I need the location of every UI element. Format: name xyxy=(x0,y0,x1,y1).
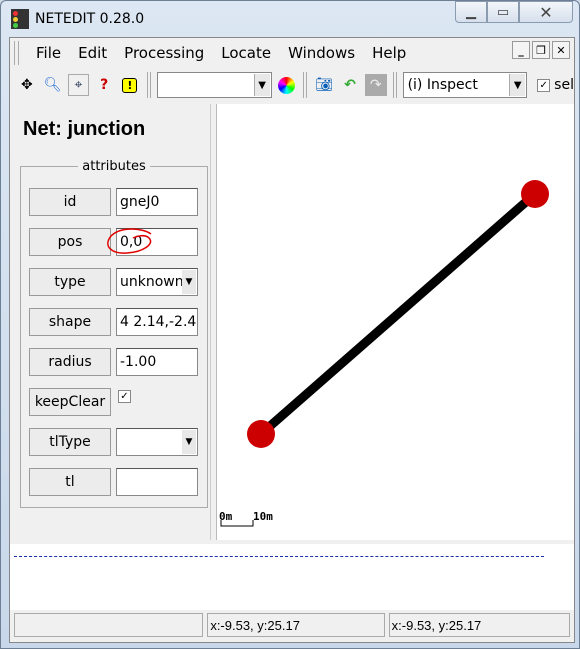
maximize-button[interactable]: ▭ xyxy=(487,1,519,23)
chevron-down-icon[interactable]: ▼ xyxy=(509,74,526,96)
attr-id-button[interactable]: id xyxy=(29,188,111,216)
undo-icon[interactable]: ↶ xyxy=(339,74,361,96)
attr-radius-button[interactable]: radius xyxy=(29,348,111,376)
attr-tl-field[interactable] xyxy=(116,468,198,496)
redo-icon[interactable]: ↷ xyxy=(364,74,387,96)
toolbar-separator xyxy=(146,72,151,98)
scale-end-label: 10m xyxy=(253,510,273,523)
group-label: attributes xyxy=(78,159,150,174)
netedit-logo-icon xyxy=(11,9,29,29)
chevron-down-icon[interactable]: ▼ xyxy=(182,270,196,294)
status-message xyxy=(14,613,204,637)
message-console[interactable] xyxy=(10,544,574,610)
window-title: NETEDIT 0.28.0 xyxy=(35,11,145,27)
attr-shape-button[interactable]: shape xyxy=(29,308,111,336)
status-geo-coordinates: x:-9.53, y:25.17 xyxy=(388,613,571,637)
toolbar: ✥ 🔍︎ ⌖ ? ! ▼ 📷︎ ↶ ↷ (i) Inspect ▼ ✓ sel xyxy=(10,68,574,102)
attr-tltype-button[interactable]: tlType xyxy=(29,428,111,456)
mdi-restore-button[interactable]: ❐ xyxy=(532,41,550,59)
help-icon[interactable]: ? xyxy=(93,74,115,96)
attr-tl-button[interactable]: tl xyxy=(29,468,111,496)
menu-processing[interactable]: Processing xyxy=(124,44,204,62)
chevron-down-icon[interactable]: ▼ xyxy=(253,74,270,96)
edge[interactable] xyxy=(258,190,538,438)
menu-file[interactable]: File xyxy=(36,44,61,62)
inspector-panel: Net: junction attributes id gneJ0 pos 0,0 … xyxy=(13,104,211,540)
recenter-view-icon[interactable]: ✥ xyxy=(16,74,38,96)
attr-type-button[interactable]: type xyxy=(29,268,111,296)
junction-start[interactable] xyxy=(247,420,275,448)
locate-junction-icon[interactable]: ⌖ xyxy=(67,74,90,96)
attributes-group: attributes id gneJ0 pos 0,0 type unknown ▼ s… xyxy=(20,159,208,508)
app-window: NETEDIT 0.28.0 ▁ ▭ ✕ File Edit Processin… xyxy=(0,0,580,649)
select-label: sel xyxy=(554,77,574,93)
menu-windows[interactable]: Windows xyxy=(288,44,355,62)
red-circle-annotation xyxy=(107,228,152,254)
messages-icon[interactable]: ! xyxy=(119,74,141,96)
attr-id-field[interactable]: gneJ0 xyxy=(116,188,198,216)
toolbar-separator xyxy=(303,72,308,98)
menu-edit[interactable]: Edit xyxy=(78,44,107,62)
attr-radius-field[interactable]: -1.00 xyxy=(116,348,198,376)
menu-locate[interactable]: Locate xyxy=(221,44,271,62)
attr-tltype-select[interactable]: ▼ xyxy=(116,428,198,456)
attr-pos-button[interactable]: pos xyxy=(29,228,111,256)
main-area: File Edit Processing Locate Windows Help… xyxy=(9,37,575,643)
attr-shape-field[interactable]: 4 2.14,-2.45 xyxy=(116,308,198,336)
toolbar-separator xyxy=(392,72,397,98)
menu-bar: File Edit Processing Locate Windows Help… xyxy=(10,38,574,68)
scale-start-label: 0m xyxy=(219,510,233,523)
attr-type-select[interactable]: unknown ▼ xyxy=(116,268,198,296)
close-button[interactable]: ✕ xyxy=(519,1,573,23)
junction-end[interactable] xyxy=(521,180,549,208)
status-bar: x:-9.53, y:25.17 x:-9.53, y:25.17 xyxy=(10,611,574,639)
camera-icon[interactable]: 📷︎ xyxy=(313,74,335,96)
menu-help[interactable]: Help xyxy=(372,44,406,62)
edit-mode-select[interactable]: (i) Inspect ▼ xyxy=(402,72,528,98)
zoom-icon[interactable]: 🔍︎ xyxy=(42,74,64,96)
console-separator-line xyxy=(14,556,544,557)
minimize-button[interactable]: ▁ xyxy=(455,1,487,23)
mdi-minimize-button[interactable]: _ xyxy=(512,41,530,59)
color-wheel-icon[interactable] xyxy=(276,74,298,96)
chevron-down-icon[interactable]: ▼ xyxy=(182,430,196,454)
title-bar: NETEDIT 0.28.0 xyxy=(11,7,144,31)
menubar-grip[interactable] xyxy=(14,41,19,65)
panel-title: Net: junction xyxy=(23,118,146,140)
keepclear-checkbox[interactable]: ✓ xyxy=(118,390,131,403)
mdi-close-button[interactable]: ✕ xyxy=(552,41,570,59)
attr-keepclear-button[interactable]: keepClear xyxy=(29,388,111,416)
status-coordinates: x:-9.53, y:25.17 xyxy=(207,613,385,637)
network-canvas[interactable]: 0m 10m xyxy=(216,104,574,540)
color-scheme-select[interactable]: ▼ xyxy=(156,72,272,98)
select-checkbox[interactable]: ✓ xyxy=(537,78,551,92)
